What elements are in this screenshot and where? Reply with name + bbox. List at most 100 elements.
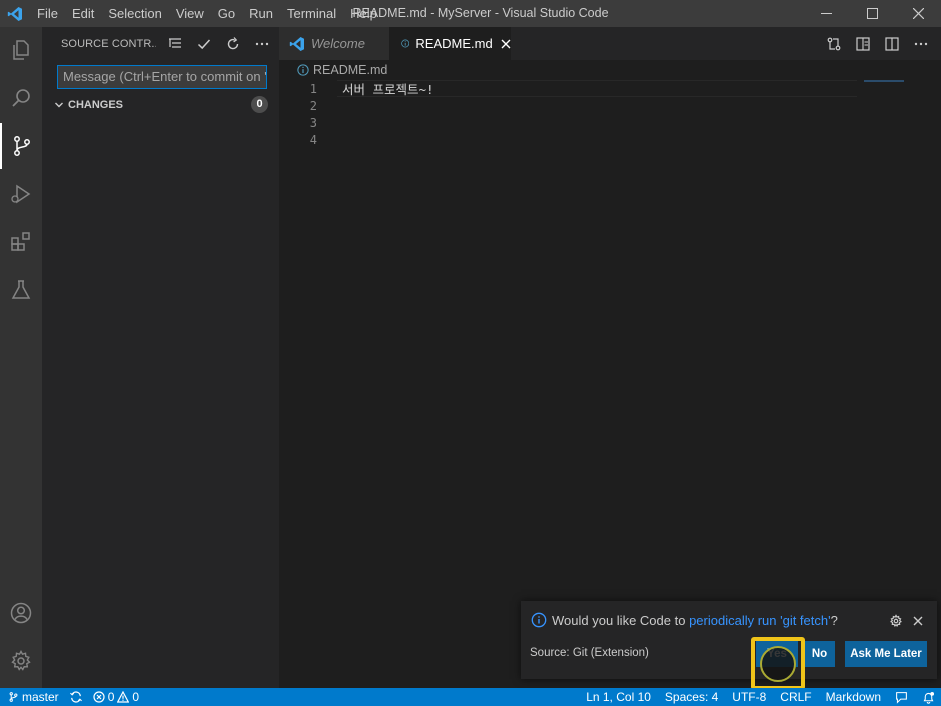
close-icon bbox=[501, 39, 511, 48]
menu-bar: File Edit Selection View Go Run Terminal… bbox=[30, 0, 384, 27]
breadcrumb: README.md bbox=[279, 60, 941, 80]
notification-settings-button[interactable] bbox=[885, 612, 907, 630]
refresh-button[interactable] bbox=[218, 33, 247, 55]
maximize-icon bbox=[866, 8, 878, 19]
commit-button[interactable] bbox=[189, 33, 218, 55]
split-editor-icon bbox=[884, 36, 899, 51]
activity-testing[interactable] bbox=[0, 267, 42, 313]
commit-message-input[interactable]: Message (Ctrl+Enter to commit on '... bbox=[57, 65, 267, 89]
sync-status[interactable] bbox=[69, 691, 83, 703]
error-count: 0 bbox=[107, 690, 115, 704]
menu-selection[interactable]: Selection bbox=[101, 0, 168, 27]
tab-label: Welcome bbox=[311, 36, 365, 51]
more-actions-button[interactable] bbox=[247, 33, 276, 55]
changes-count-badge: 0 bbox=[251, 96, 268, 113]
minimize-icon bbox=[820, 13, 832, 14]
cursor-indicator bbox=[760, 646, 796, 682]
status-bar-right: Ln 1, Col 10 Spaces: 4 UTF-8 CRLF Markdo… bbox=[572, 688, 935, 706]
git-fetch-link[interactable]: periodically run 'git fetch' bbox=[689, 613, 831, 628]
menu-view[interactable]: View bbox=[169, 0, 211, 27]
info-icon bbox=[401, 39, 410, 48]
gear-icon bbox=[890, 614, 902, 628]
notification-message: Would you like Code to periodically run … bbox=[531, 612, 838, 628]
menu-help[interactable]: Help bbox=[343, 0, 384, 27]
manage-gear-icon bbox=[11, 650, 31, 671]
search-icon bbox=[12, 89, 30, 107]
editor-actions bbox=[819, 27, 941, 60]
activity-run-debug[interactable] bbox=[0, 171, 42, 217]
vscode-logo-icon bbox=[289, 36, 304, 51]
breadcrumb-file[interactable]: README.md bbox=[313, 63, 387, 77]
line-number: 4 bbox=[309, 132, 317, 147]
indentation[interactable]: Spaces: 4 bbox=[665, 690, 718, 704]
ask-me-later-button[interactable]: Ask Me Later bbox=[845, 641, 927, 667]
menu-run[interactable]: Run bbox=[242, 0, 280, 27]
cursor-position[interactable]: Ln 1, Col 10 bbox=[586, 690, 651, 704]
activity-source-control[interactable] bbox=[0, 123, 42, 169]
feedback-button[interactable] bbox=[895, 691, 908, 704]
activity-explorer[interactable] bbox=[0, 27, 42, 73]
menu-file[interactable]: File bbox=[30, 0, 65, 27]
activity-search[interactable] bbox=[0, 75, 42, 121]
encoding[interactable]: UTF-8 bbox=[732, 690, 766, 704]
accounts-icon bbox=[10, 602, 32, 624]
status-bar: master 0 0 Ln 1, Col 10 Spaces: 4 UTF-8 … bbox=[0, 688, 941, 706]
sync-icon bbox=[69, 691, 82, 703]
editor-line: 3 bbox=[279, 114, 859, 131]
activity-accounts[interactable] bbox=[0, 590, 42, 636]
close-window-button[interactable] bbox=[895, 0, 941, 27]
info-icon bbox=[531, 612, 547, 628]
close-icon bbox=[912, 8, 924, 19]
branch-name: master bbox=[22, 690, 59, 704]
close-icon bbox=[913, 616, 923, 626]
menu-go[interactable]: Go bbox=[211, 0, 242, 27]
tab-label: README.md bbox=[415, 36, 493, 51]
info-icon bbox=[297, 64, 309, 76]
line-text: 서버 프로젝트~! bbox=[342, 82, 434, 97]
minimize-button[interactable] bbox=[803, 0, 849, 27]
sidebar-actions bbox=[160, 33, 276, 55]
vscode-logo-icon bbox=[0, 0, 30, 27]
activity-manage[interactable] bbox=[0, 638, 42, 684]
window-controls bbox=[803, 0, 941, 27]
editor-area[interactable]: 1 서버 프로젝트~! 2 3 4 bbox=[279, 80, 941, 688]
preview-icon bbox=[855, 36, 870, 51]
activity-extensions[interactable] bbox=[0, 219, 42, 265]
editor-more-actions-button[interactable] bbox=[906, 33, 935, 55]
menu-edit[interactable]: Edit bbox=[65, 0, 101, 27]
split-editor-button[interactable] bbox=[877, 33, 906, 55]
git-fetch-notification: Would you like Code to periodically run … bbox=[521, 601, 937, 679]
line-number: 1 bbox=[309, 81, 317, 96]
maximize-button[interactable] bbox=[849, 0, 895, 27]
notifications-button[interactable] bbox=[922, 691, 935, 704]
view-as-tree-button[interactable] bbox=[160, 33, 189, 55]
language-mode[interactable]: Markdown bbox=[826, 690, 881, 704]
check-icon bbox=[197, 38, 210, 49]
scroll-indicator bbox=[864, 80, 904, 82]
refresh-icon bbox=[227, 36, 238, 49]
tab-readme[interactable]: README.md bbox=[389, 27, 511, 60]
problems-status[interactable]: 0 0 bbox=[93, 690, 139, 704]
notification-close-button[interactable] bbox=[907, 612, 929, 630]
sidebar-title: SOURCE CONTR... bbox=[61, 37, 156, 50]
open-preview-button[interactable] bbox=[848, 33, 877, 55]
tab-close-button[interactable] bbox=[501, 36, 511, 52]
tab-welcome[interactable]: Welcome bbox=[279, 27, 389, 60]
list-tree-icon bbox=[168, 37, 181, 48]
error-icon bbox=[93, 691, 105, 703]
extensions-icon bbox=[11, 232, 30, 251]
menu-terminal[interactable]: Terminal bbox=[280, 0, 343, 27]
explorer-icon bbox=[13, 40, 29, 60]
source-control-sidebar: SOURCE CONTR... Message (Ctrl+Enter to c… bbox=[42, 27, 279, 688]
ellipsis-icon bbox=[914, 42, 927, 45]
testing-icon bbox=[11, 280, 31, 299]
open-changes-button[interactable] bbox=[819, 33, 848, 55]
branch-status[interactable]: master bbox=[8, 690, 59, 704]
editor-line: 1 서버 프로젝트~! bbox=[279, 80, 859, 97]
git-branch-icon bbox=[9, 692, 18, 702]
editor-line: 2 bbox=[279, 97, 859, 114]
end-of-line[interactable]: CRLF bbox=[780, 690, 811, 704]
changes-section-header[interactable]: CHANGES 0 bbox=[42, 94, 279, 116]
no-button[interactable]: No bbox=[804, 641, 835, 667]
chevron-down-icon bbox=[55, 102, 63, 108]
